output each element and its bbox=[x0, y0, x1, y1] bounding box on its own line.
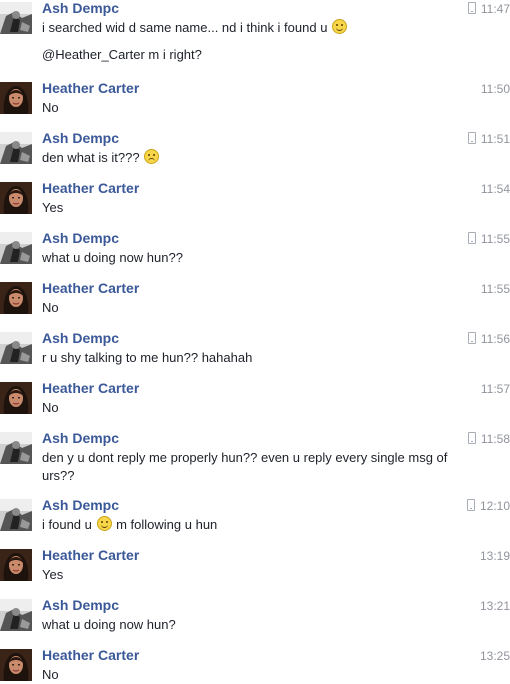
sender-name[interactable]: Heather Carter bbox=[42, 180, 139, 197]
message-text: i searched wid d same name... nd i think… bbox=[42, 19, 460, 37]
message-text-segment: den what is it??? bbox=[42, 150, 144, 165]
sender-name[interactable]: Heather Carter bbox=[42, 547, 139, 564]
message-text-segment: den y u dont reply me properly hun?? eve… bbox=[42, 450, 448, 483]
smile-emoji-icon bbox=[96, 516, 112, 531]
sender-name[interactable]: Ash Dempc bbox=[42, 430, 119, 447]
avatar-heather-carter[interactable] bbox=[0, 82, 32, 114]
message-text: Yes bbox=[42, 566, 460, 584]
message-timestamp: 13:21 bbox=[450, 599, 510, 614]
timestamp-text: 11:55 bbox=[480, 282, 510, 296]
avatar-ash-dempc[interactable] bbox=[0, 332, 32, 364]
message-text-segment: No bbox=[42, 100, 59, 115]
message-text: den what is it??? bbox=[42, 149, 460, 167]
avatar-ash-dempc[interactable] bbox=[0, 2, 32, 34]
mobile-phone-icon bbox=[467, 132, 476, 144]
timestamp-text: 11:51 bbox=[480, 132, 510, 146]
timestamp-text: 11:57 bbox=[480, 382, 510, 396]
message-text: No bbox=[42, 399, 460, 417]
timestamp-text: 11:58 bbox=[480, 432, 510, 446]
message-text-segment: @Heather_Carter m i right? bbox=[42, 47, 202, 62]
message-timestamp: 11:57 bbox=[450, 382, 510, 397]
avatar-heather-carter[interactable] bbox=[0, 549, 32, 581]
message-text-segment: Yes bbox=[42, 200, 64, 215]
timestamp-text: 11:47 bbox=[480, 2, 510, 16]
message-text-segment: i found u bbox=[42, 517, 96, 532]
sender-name[interactable]: Ash Dempc bbox=[42, 330, 119, 347]
mobile-phone-icon bbox=[467, 432, 476, 444]
message-text-segment: what u doing now hun? bbox=[42, 617, 176, 632]
message-text-segment: r u shy talking to me hun?? hahahah bbox=[42, 350, 253, 365]
message-timestamp: 11:55 bbox=[450, 232, 510, 247]
mobile-phone-icon bbox=[466, 499, 475, 511]
message-timestamp: 13:19 bbox=[450, 549, 510, 564]
avatar-heather-carter[interactable] bbox=[0, 649, 32, 681]
message-text: what u doing now hun?? bbox=[42, 249, 460, 267]
mobile-phone-icon bbox=[467, 232, 476, 244]
timestamp-text: 11:54 bbox=[480, 182, 510, 196]
sender-name[interactable]: Ash Dempc bbox=[42, 130, 119, 147]
message-timestamp: 13:25 bbox=[450, 649, 510, 664]
message-timestamp: 11:54 bbox=[450, 182, 510, 197]
message-text-segment: i searched wid d same name... nd i think… bbox=[42, 20, 332, 35]
sender-name[interactable]: Heather Carter bbox=[42, 380, 139, 397]
avatar-ash-dempc[interactable] bbox=[0, 432, 32, 464]
avatar-ash-dempc[interactable] bbox=[0, 232, 32, 264]
message-text-segment: what u doing now hun?? bbox=[42, 250, 183, 265]
sender-name[interactable]: Heather Carter bbox=[42, 280, 139, 297]
message-text: No bbox=[42, 666, 460, 684]
avatar-heather-carter[interactable] bbox=[0, 182, 32, 214]
timestamp-text: 13:21 bbox=[479, 599, 510, 613]
sender-name[interactable]: Heather Carter bbox=[42, 647, 139, 664]
timestamp-text: 13:25 bbox=[479, 649, 510, 663]
message-timestamp: 11:56 bbox=[450, 332, 510, 347]
message-text: Yes bbox=[42, 199, 460, 217]
message-text-segment: No bbox=[42, 400, 59, 415]
message-timestamp: 11:50 bbox=[450, 82, 510, 97]
sender-name[interactable]: Ash Dempc bbox=[42, 0, 119, 17]
mobile-phone-icon bbox=[467, 332, 476, 344]
message-text-segment: Yes bbox=[42, 567, 64, 582]
message-text: what u doing now hun? bbox=[42, 616, 460, 634]
frown-emoji-icon bbox=[144, 149, 160, 164]
message-text: r u shy talking to me hun?? hahahah bbox=[42, 349, 460, 367]
message-text: No bbox=[42, 299, 460, 317]
avatar-ash-dempc[interactable] bbox=[0, 599, 32, 631]
timestamp-text: 11:56 bbox=[480, 332, 510, 346]
message-timestamp: 11:58 bbox=[450, 432, 510, 447]
sender-name[interactable]: Ash Dempc bbox=[42, 230, 119, 247]
mobile-phone-icon bbox=[467, 2, 476, 14]
message-text: den y u dont reply me properly hun?? eve… bbox=[42, 449, 460, 485]
avatar-heather-carter[interactable] bbox=[0, 282, 32, 314]
message-text-segment: No bbox=[42, 300, 59, 315]
sender-name[interactable]: Ash Dempc bbox=[42, 597, 119, 614]
message-timestamp: 11:51 bbox=[450, 132, 510, 147]
message-text: i found u m following u hun bbox=[42, 516, 460, 534]
timestamp-text: 12:10 bbox=[479, 499, 510, 513]
message-text-segment: m following u hun bbox=[112, 517, 218, 532]
avatar-ash-dempc[interactable] bbox=[0, 132, 32, 164]
message-timestamp: 11:47 bbox=[450, 2, 510, 17]
sender-name[interactable]: Heather Carter bbox=[42, 80, 139, 97]
avatar-heather-carter[interactable] bbox=[0, 382, 32, 414]
timestamp-text: 13:19 bbox=[479, 549, 510, 563]
message-timestamp: 11:55 bbox=[450, 282, 510, 297]
message-text: No bbox=[42, 99, 460, 117]
sender-name[interactable]: Ash Dempc bbox=[42, 497, 119, 514]
timestamp-text: 11:50 bbox=[480, 82, 510, 96]
timestamp-text: 11:55 bbox=[480, 232, 510, 246]
avatar-ash-dempc[interactable] bbox=[0, 499, 32, 531]
smile-emoji-icon bbox=[332, 19, 348, 34]
message-timestamp: 12:10 bbox=[450, 499, 510, 514]
message-text-segment: No bbox=[42, 667, 59, 682]
message-text: @Heather_Carter m i right? bbox=[42, 46, 460, 64]
